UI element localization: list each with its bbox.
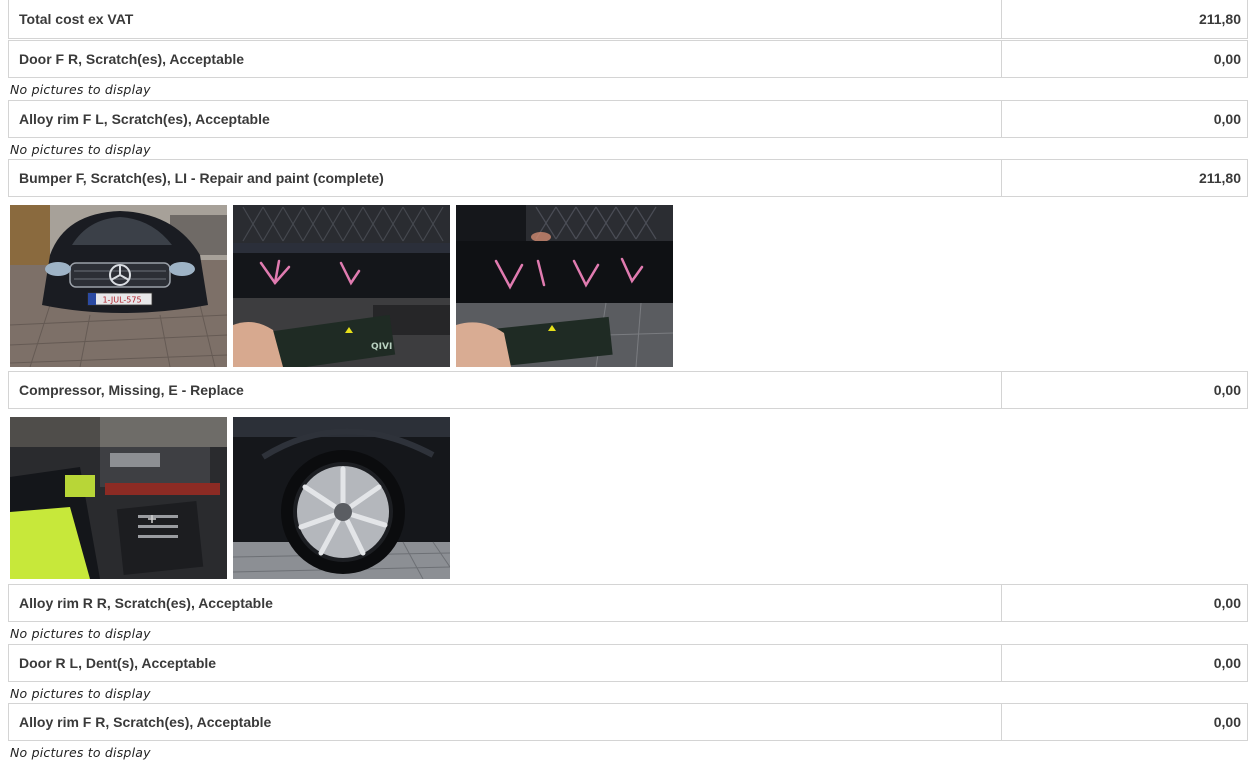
damage-photo-car-front[interactable]: 1-JUL-575 — [10, 205, 227, 367]
damage-description: Alloy rim R R, Scratch(es), Acceptable — [9, 585, 1002, 621]
damage-description: Bumper F, Scratch(es), LI - Repair and p… — [9, 160, 1002, 196]
no-pictures-note: No pictures to display — [10, 82, 151, 97]
card-brand-text: QIVI — [371, 342, 392, 352]
damage-cost: 0,00 — [1213, 51, 1241, 67]
no-pictures-note: No pictures to display — [10, 142, 151, 157]
damage-cost: 0,00 — [1213, 714, 1241, 730]
damage-row: Compressor, Missing, E - Replace 0,00 — [8, 371, 1248, 409]
total-cost-label: Total cost ex VAT — [9, 0, 1002, 38]
damage-photo-wheel[interactable] — [233, 417, 450, 579]
damage-description: Alloy rim F R, Scratch(es), Acceptable — [9, 704, 1002, 740]
damage-description: Door R L, Dent(s), Acceptable — [9, 645, 1002, 681]
damage-photo-bumper-detail[interactable] — [456, 205, 673, 367]
damage-photo-trunk[interactable] — [10, 417, 227, 579]
no-pictures-note: No pictures to display — [10, 745, 151, 760]
no-pictures-note: No pictures to display — [10, 626, 151, 641]
damage-cost: 0,00 — [1213, 382, 1241, 398]
no-pictures-note: No pictures to display — [10, 686, 151, 701]
damage-cost: 0,00 — [1213, 111, 1241, 127]
damage-row: Alloy rim F L, Scratch(es), Acceptable 0… — [8, 100, 1248, 138]
damage-cost: 0,00 — [1213, 655, 1241, 671]
license-plate-text: 1-JUL-575 — [102, 296, 141, 305]
damage-cost: 0,00 — [1213, 595, 1241, 611]
damage-row: Alloy rim F R, Scratch(es), Acceptable 0… — [8, 703, 1248, 741]
damage-row: Bumper F, Scratch(es), LI - Repair and p… — [8, 159, 1248, 197]
damage-description: Door F R, Scratch(es), Acceptable — [9, 41, 1002, 77]
damage-cost: 211,80 — [1198, 170, 1241, 186]
damage-row: Door F R, Scratch(es), Acceptable 0,00 — [8, 40, 1248, 78]
damage-description: Compressor, Missing, E - Replace — [9, 372, 1002, 408]
total-cost-row: Total cost ex VAT 211,80 — [8, 0, 1248, 39]
damage-photo-bumper-closeup[interactable]: QIVI — [233, 205, 450, 367]
damage-row: Alloy rim R R, Scratch(es), Acceptable 0… — [8, 584, 1248, 622]
damage-description: Alloy rim F L, Scratch(es), Acceptable — [9, 101, 1002, 137]
total-cost-amount: 211,80 — [1198, 11, 1241, 27]
damage-row: Door R L, Dent(s), Acceptable 0,00 — [8, 644, 1248, 682]
